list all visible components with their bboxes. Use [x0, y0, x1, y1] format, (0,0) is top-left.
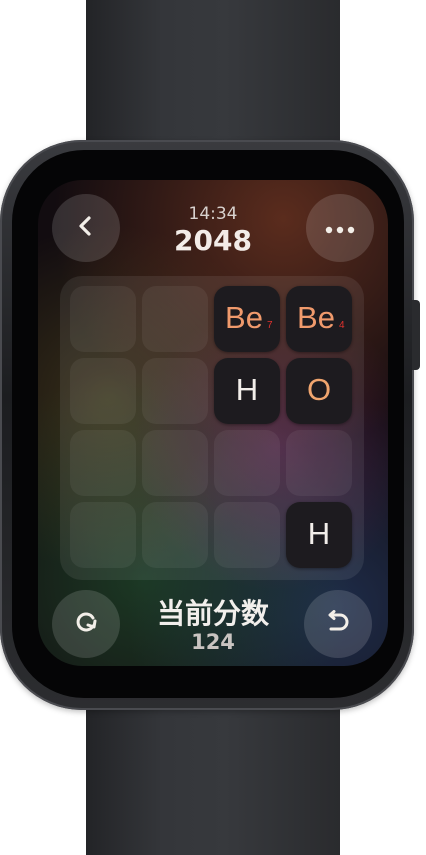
- tile-h: H: [214, 358, 280, 424]
- board-cell: [142, 286, 208, 352]
- tile-symbol: H: [307, 516, 331, 551]
- tile-atomic-number: 7: [267, 320, 273, 331]
- undo-button[interactable]: [304, 590, 372, 658]
- tile-be: Be 4: [286, 286, 352, 352]
- tile-symbol: O: [306, 372, 332, 407]
- board-cell: [142, 502, 208, 568]
- tile-o: O: [286, 358, 352, 424]
- board-cell: [70, 430, 136, 496]
- board-cell: [142, 430, 208, 496]
- more-horizontal-icon: [325, 219, 355, 238]
- more-button[interactable]: [306, 194, 374, 262]
- board-cell: [286, 430, 352, 496]
- game-board[interactable]: Be 7 Be 4 H O H: [60, 276, 364, 580]
- board-cell: [70, 502, 136, 568]
- board-cell: [70, 286, 136, 352]
- tile-h: H: [286, 502, 352, 568]
- board-cell: [70, 358, 136, 424]
- board-cell: [142, 358, 208, 424]
- watch-side-button[interactable]: [412, 300, 420, 370]
- board-cell: [214, 430, 280, 496]
- tile-atomic-number: 4: [339, 320, 345, 331]
- board-cell: [214, 502, 280, 568]
- watch-screen: 14:34 2048 Be 7 Be 4 H O H 当前分数 124: [38, 180, 388, 666]
- tile-be: Be 7: [214, 286, 280, 352]
- undo-icon: [325, 610, 351, 638]
- tile-symbol: H: [235, 372, 259, 407]
